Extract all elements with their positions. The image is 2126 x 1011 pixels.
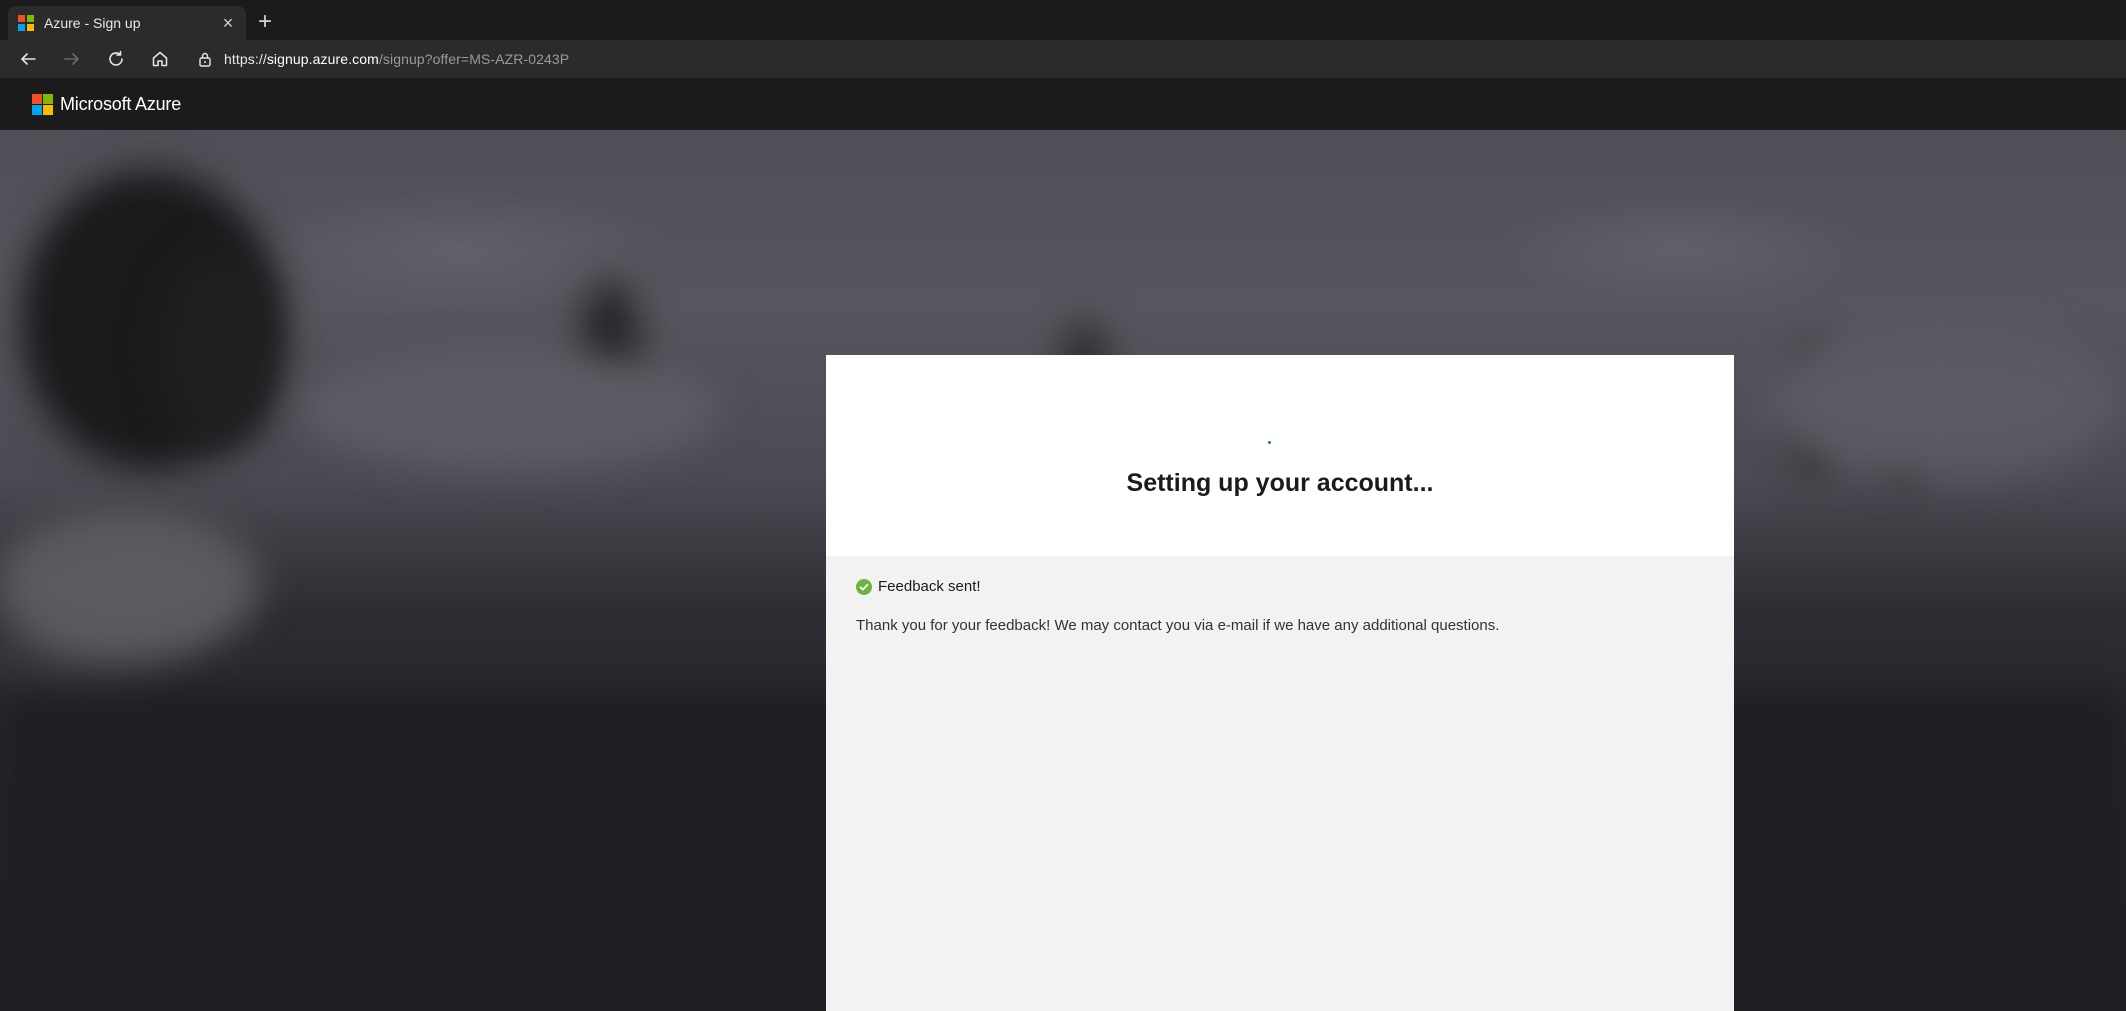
url-host: signup.azure.com	[266, 51, 379, 67]
azure-header: Microsoft Azure	[0, 78, 2126, 130]
browser-toolbar: https://signup.azure.com/signup?offer=MS…	[0, 40, 2126, 78]
browser-tab-azure-signup[interactable]: Azure - Sign up ×	[8, 6, 246, 40]
signup-card: Setting up your account... Feedback sent…	[826, 355, 1734, 1011]
lock-icon[interactable]	[190, 51, 220, 67]
tab-close-icon[interactable]: ×	[216, 11, 240, 35]
home-icon[interactable]	[145, 45, 175, 73]
brand-name[interactable]: Microsoft Azure	[60, 94, 181, 115]
new-tab-icon[interactable]: +	[252, 9, 278, 35]
url-path: /signup?offer=MS-AZR-0243P	[378, 51, 570, 67]
feedback-status-label: Feedback sent!	[878, 578, 981, 595]
loading-spinner-icon	[1268, 441, 1271, 444]
card-header: Setting up your account...	[826, 355, 1734, 556]
url-scheme: https://	[224, 51, 267, 67]
page-title: Setting up your account...	[1126, 469, 1434, 497]
feedback-status-row: Feedback sent!	[856, 578, 1704, 595]
checkmark-circle-icon	[856, 578, 872, 595]
url-text: https://signup.azure.com/signup?offer=MS…	[224, 51, 569, 67]
feedback-message: Thank you for your feedback! We may cont…	[856, 617, 1500, 634]
microsoft-favicon-icon	[18, 15, 34, 31]
address-bar[interactable]: https://signup.azure.com/signup?offer=MS…	[190, 44, 2120, 74]
tab-title: Azure - Sign up	[44, 15, 141, 31]
browser-tabstrip: Azure - Sign up × +	[0, 0, 2126, 40]
back-icon[interactable]	[13, 45, 43, 73]
reload-icon[interactable]	[101, 45, 131, 73]
microsoft-logo-icon[interactable]	[32, 93, 53, 115]
forward-icon[interactable]	[57, 45, 87, 73]
feedback-panel: Feedback sent! Thank you for your feedba…	[826, 556, 1734, 656]
